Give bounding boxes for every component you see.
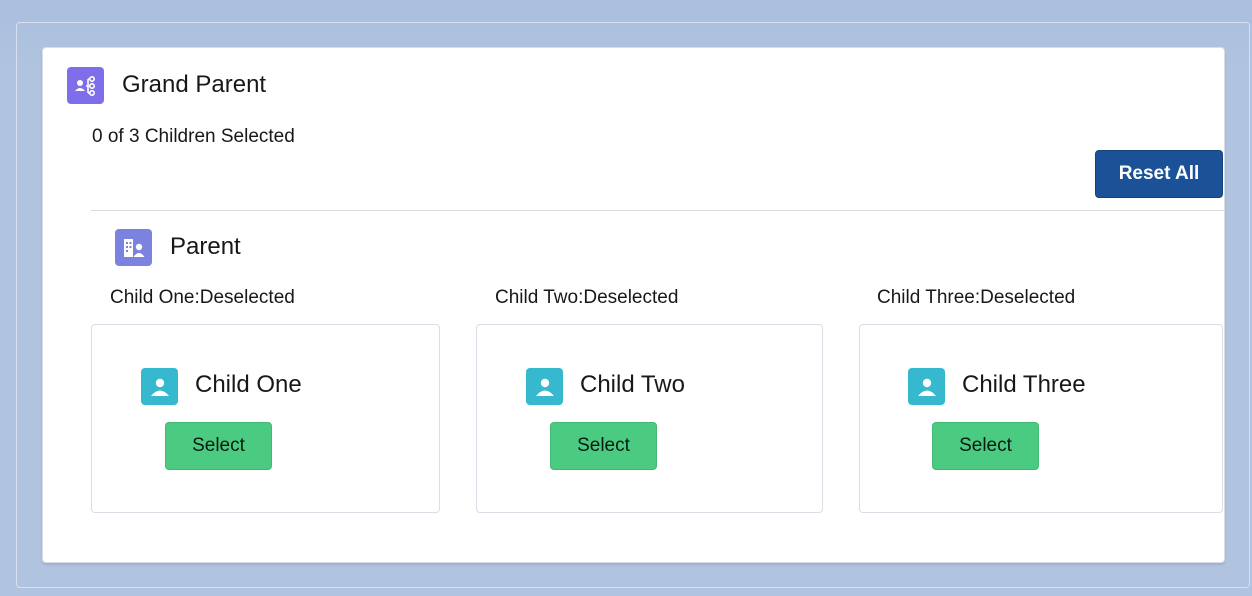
parent-title: Parent: [170, 233, 241, 260]
child-three-title: Child Three: [962, 371, 1086, 398]
reset-all-button[interactable]: Reset All: [1095, 150, 1223, 198]
child-three-card: Child Three Select: [859, 324, 1223, 513]
child-two-title: Child Two: [580, 371, 685, 398]
child-two-select-button[interactable]: Select: [550, 422, 657, 470]
child-two-status: Child Two:Deselected: [495, 287, 679, 308]
divider: [91, 210, 1224, 211]
child-one-title: Child One: [195, 371, 302, 398]
hierarchy-icon: [67, 67, 104, 104]
grand-parent-title: Grand Parent: [122, 71, 267, 98]
child-one-select-button[interactable]: Select: [165, 422, 272, 470]
child-one-status: Child One:Deselected: [110, 287, 295, 308]
child-one-card: Child One Select: [91, 324, 440, 513]
person-icon: [908, 368, 945, 405]
selection-summary: 0 of 3 Children Selected: [92, 126, 295, 147]
person-icon: [141, 368, 178, 405]
child-three-select-button[interactable]: Select: [932, 422, 1039, 470]
grand-parent-card: Grand Parent 0 of 3 Children Selected Re…: [42, 47, 1225, 563]
person-icon: [526, 368, 563, 405]
building-contact-icon: [115, 229, 152, 266]
child-three-status: Child Three:Deselected: [877, 287, 1076, 308]
child-two-card: Child Two Select: [476, 324, 823, 513]
